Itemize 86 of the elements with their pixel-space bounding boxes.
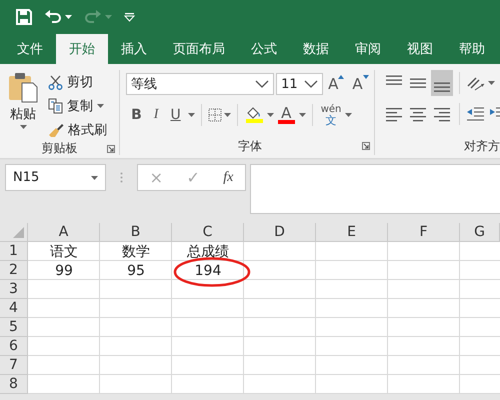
scissors-icon [48,74,63,90]
ribbon-tab[interactable]: 公式 [238,34,290,64]
row-header[interactable]: 3 [0,280,28,299]
align-left-icon [385,106,403,122]
table-cell-text: 数学 [121,242,151,261]
color-bar [246,119,263,123]
row-header[interactable]: 7 [0,356,28,375]
table-cell-text: 总成绩 [186,242,230,261]
name-box[interactable]: N15 [5,164,106,191]
undo-arrow-icon [44,9,62,25]
shrink-font-button[interactable]: A [349,75,372,93]
cut-button[interactable]: 剪切 [46,72,109,92]
fill-color-button[interactable] [244,107,265,123]
font-color-button[interactable]: A [276,106,297,124]
group-label: 对齐方 [464,138,500,154]
underline-button[interactable]: U [165,104,186,126]
redo-arrow-icon [84,9,102,25]
column-header[interactable]: G [460,223,500,242]
font-size-field[interactable]: 11 [276,73,324,95]
caret-icon[interactable] [345,113,352,117]
clipboard-icon [8,72,38,103]
column-header[interactable]: C [172,223,244,242]
color-bar [278,120,295,124]
row-header[interactable]: 8 [0,375,28,394]
chevron-down-icon[interactable] [255,80,270,88]
borders-icon[interactable] [208,108,222,122]
row-header[interactable]: 1 [0,242,28,261]
dialog-launcher-icon[interactable] [362,142,370,150]
row-header[interactable]: 4 [0,299,28,318]
dialog-launcher-icon[interactable] [107,144,116,152]
column-header[interactable]: F [388,223,460,242]
align-center-icon [409,106,427,122]
format-painter-button[interactable]: 格式刷 [46,120,109,140]
ribbon-tab[interactable]: 文件 [4,34,56,64]
bold-button[interactable]: B [126,104,147,126]
arrow-down-icon [362,75,369,79]
paste-button[interactable]: 粘贴 [0,70,46,140]
ribbon-tab[interactable]: 视图 [394,34,446,64]
caret-icon[interactable] [65,15,72,19]
copy-icon [48,98,63,114]
ribbon-tab[interactable]: 开始 [56,34,108,64]
table-cell-text: 95 [126,262,146,280]
formula-input[interactable] [250,164,500,214]
row-header[interactable]: 2 [0,261,28,280]
table-cell-text: 194 [194,262,222,280]
align-bottom-button[interactable] [431,70,453,96]
group-label: 字体 [238,138,262,154]
grow-font-button[interactable]: A [325,75,348,93]
chevron-down-icon[interactable] [304,80,318,88]
row-header[interactable]: 5 [0,318,28,337]
column-header[interactable]: B [100,223,172,242]
align-top-icon [385,75,403,85]
dropdown-icon [124,12,135,22]
font-name-field[interactable]: 等线 [126,73,274,95]
caret-icon[interactable] [188,113,195,117]
column-header[interactable]: D [244,223,316,242]
group-label: 剪贴板 [42,140,78,157]
caret-icon[interactable] [488,81,495,85]
align-bottom-icon [433,82,451,92]
table-cell-text: 99 [54,262,74,280]
caret-icon[interactable] [91,176,98,180]
arrow-up-icon [338,75,344,79]
align-right-icon [433,106,451,122]
insert-function-button[interactable]: fx [219,170,238,186]
ribbon-tab[interactable]: 数据 [290,34,342,64]
phonetic-button[interactable]: wén 文 [318,104,344,126]
table-cell-text: 语文 [49,242,79,261]
paintbrush-icon [48,122,64,138]
italic-button[interactable]: I [148,104,164,126]
ribbon-tab[interactable]: 帮助 [446,34,498,64]
caret-icon[interactable] [298,113,306,117]
column-header[interactable]: E [316,223,388,242]
caret-icon[interactable] [20,125,26,129]
caret-icon[interactable] [266,113,274,117]
row-header[interactable]: 6 [0,337,28,356]
caret-icon[interactable] [97,104,104,108]
paint-bucket-icon [246,107,262,119]
ribbon-tab[interactable]: 页面布局 [160,34,238,64]
decrease-indent-icon[interactable] [466,107,484,121]
ribbon-tab[interactable]: 插入 [108,34,160,64]
grip-icon [120,172,123,183]
column-header[interactable]: A [28,223,100,242]
ribbon-tab[interactable]: 审阅 [342,34,394,64]
align-middle-icon [409,78,427,88]
copy-button[interactable]: 复制 [46,96,109,116]
caret-icon[interactable] [224,113,231,117]
